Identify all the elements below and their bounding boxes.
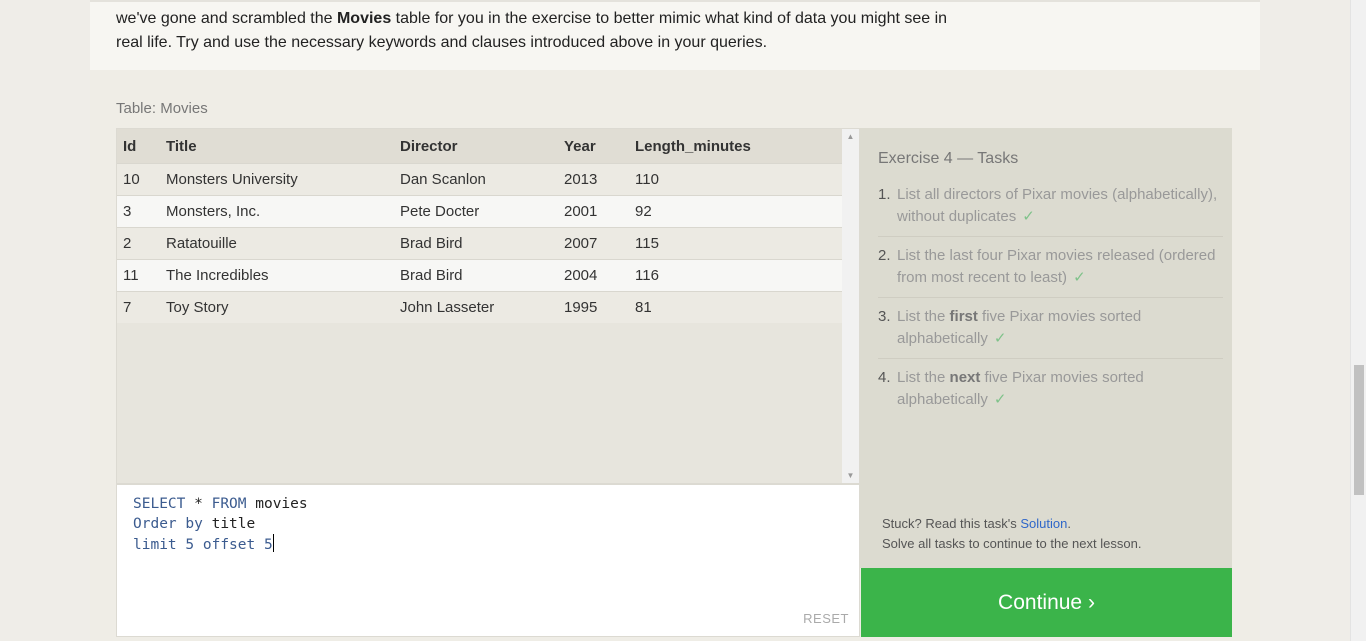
task-number: 2. xyxy=(878,247,891,264)
checkmark-icon: ✓ xyxy=(993,330,1007,347)
stuck-note: Stuck? Read this task's Solution. Solve … xyxy=(882,514,1141,554)
cell-title: Ratatouille xyxy=(160,227,394,260)
task-number: 3. xyxy=(878,308,891,325)
cell-year: 1995 xyxy=(558,291,629,323)
task-number: 4. xyxy=(878,369,891,386)
table-scrollbar[interactable]: ▲ ▼ xyxy=(842,129,859,483)
task-text-bold: next xyxy=(949,369,981,386)
cell-length: 110 xyxy=(629,163,844,196)
table-row: 11 The Incredibles Brad Bird 2004 116 xyxy=(117,259,844,292)
scroll-up-arrow-icon[interactable]: ▲ xyxy=(842,132,859,141)
col-header-title: Title xyxy=(160,129,394,164)
cell-id: 7 xyxy=(117,291,160,323)
cell-year: 2007 xyxy=(558,227,629,260)
cell-year: 2004 xyxy=(558,259,629,292)
cell-title: Monsters, Inc. xyxy=(160,195,394,228)
cell-id: 10 xyxy=(117,163,160,196)
cell-id: 11 xyxy=(117,259,160,292)
cell-id: 2 xyxy=(117,227,160,260)
sql-editor[interactable]: SELECT * FROM movies Order by title limi… xyxy=(116,484,860,637)
cell-director: Brad Bird xyxy=(394,259,558,292)
col-header-length: Length_minutes xyxy=(629,129,844,164)
page-scrollbar[interactable] xyxy=(1350,0,1366,641)
lesson-intro: we've gone and scrambled the Movies tabl… xyxy=(90,0,1260,70)
cell-title: The Incredibles xyxy=(160,259,394,292)
col-header-id: Id xyxy=(117,129,160,164)
cell-length: 116 xyxy=(629,259,844,292)
tasks-title: Exercise 4 — Tasks xyxy=(878,150,1019,167)
cell-title: Monsters University xyxy=(160,163,394,196)
results-table-panel: Id Title Director Year Length_minutes 10… xyxy=(116,128,860,484)
sql-text: * xyxy=(185,496,212,512)
table-row: 3 Monsters, Inc. Pete Docter 2001 92 xyxy=(117,195,844,228)
table-row: 7 Toy Story John Lasseter 1995 81 xyxy=(117,291,844,323)
sql-keyword: Order xyxy=(133,516,177,532)
tasks-panel: Exercise 4 — Tasks 1. List all directors … xyxy=(860,128,1232,568)
cell-director: Dan Scanlon xyxy=(394,163,558,196)
continue-button[interactable]: Continue › xyxy=(861,568,1232,637)
task-text: List the xyxy=(897,308,950,325)
task-item: 1. List all directors of Pixar movies (al… xyxy=(878,184,1223,237)
sql-code[interactable]: SELECT * FROM movies Order by title limi… xyxy=(133,494,308,555)
cell-director: Brad Bird xyxy=(394,227,558,260)
sql-keyword: SELECT xyxy=(133,496,186,512)
lesson-container: we've gone and scrambled the Movies tabl… xyxy=(90,0,1260,641)
text-cursor xyxy=(272,534,274,552)
task-item: 2. List the last four Pixar movies releas… xyxy=(878,245,1223,298)
task-item: 3. List the first five Pixar movies sorte… xyxy=(878,306,1223,359)
sql-keyword: offset xyxy=(194,537,256,553)
stuck-text: Stuck? Read this task's xyxy=(882,516,1021,531)
task-text: List all directors of Pixar movies (alph… xyxy=(897,186,1218,225)
table-row: 2 Ratatouille Brad Bird 2007 115 xyxy=(117,227,844,260)
col-header-year: Year xyxy=(558,129,629,164)
checkmark-icon: ✓ xyxy=(1073,269,1086,286)
cell-title: Toy Story xyxy=(160,291,394,323)
checkmark-icon: ✓ xyxy=(993,391,1007,408)
table-row: 10 Monsters University Dan Scanlon 2013 … xyxy=(117,163,844,196)
cell-year: 2001 xyxy=(558,195,629,228)
stuck-text-end: . xyxy=(1067,516,1071,531)
table-caption: Table: Movies xyxy=(116,100,208,117)
cell-length: 81 xyxy=(629,291,844,323)
cell-director: Pete Docter xyxy=(394,195,558,228)
intro-bold-movies: Movies xyxy=(336,10,392,27)
scroll-down-arrow-icon[interactable]: ▼ xyxy=(842,471,859,480)
cell-year: 2013 xyxy=(558,163,629,196)
cell-id: 3 xyxy=(117,195,160,228)
solve-note: Solve all tasks to continue to the next … xyxy=(882,536,1142,551)
task-text: List the last four Pixar movies released… xyxy=(897,247,1216,286)
sql-number: 5 xyxy=(176,537,195,553)
task-text-bold: first xyxy=(949,308,978,325)
task-item: 4. List the next five Pixar movies sorted… xyxy=(878,367,1223,419)
sql-keyword: by xyxy=(176,516,203,532)
reset-button[interactable]: RESET xyxy=(803,611,849,626)
results-table: Id Title Director Year Length_minutes 10… xyxy=(117,129,844,323)
sql-number: 5 xyxy=(255,537,273,553)
task-number: 1. xyxy=(878,186,891,203)
cell-length: 115 xyxy=(629,227,844,260)
table-header-row: Id Title Director Year Length_minutes xyxy=(117,129,844,164)
sql-keyword: FROM xyxy=(211,496,247,512)
checkmark-icon: ✓ xyxy=(1022,208,1035,225)
page-scrollbar-thumb[interactable] xyxy=(1354,365,1364,495)
col-header-director: Director xyxy=(394,129,558,164)
sql-text: title xyxy=(202,516,256,532)
sql-keyword: limit xyxy=(133,537,177,553)
task-text: List the xyxy=(897,369,950,386)
sql-text: movies xyxy=(246,496,308,512)
cell-director: John Lasseter xyxy=(394,291,558,323)
intro-paragraph: we've gone and scrambled the Movies tabl… xyxy=(116,7,956,55)
task-list: 1. List all directors of Pixar movies (al… xyxy=(878,184,1223,427)
intro-text-1: we've gone and scrambled the xyxy=(116,10,337,27)
cell-length: 92 xyxy=(629,195,844,228)
solution-link[interactable]: Solution xyxy=(1020,516,1067,531)
